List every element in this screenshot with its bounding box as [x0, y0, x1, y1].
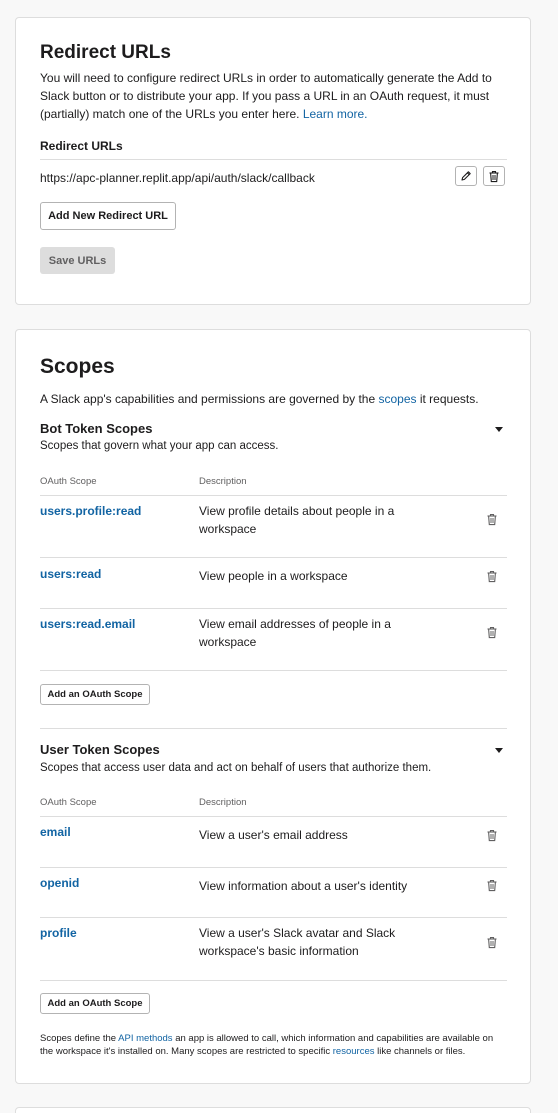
- caret-down-icon[interactable]: [495, 427, 503, 432]
- scopes-link[interactable]: scopes: [378, 392, 416, 406]
- redirect-urls-card: Redirect URLs You will need to configure…: [15, 17, 531, 305]
- user-token-scopes-subtitle: Scopes that access user data and act on …: [40, 762, 432, 774]
- section-divider: [40, 728, 507, 729]
- redirect-divider: [40, 159, 507, 160]
- scopes-footer-note: Scopes define the API methods an app is …: [40, 1032, 506, 1058]
- resources-link[interactable]: resources: [333, 1046, 375, 1057]
- remove-scope-button[interactable]: [484, 568, 500, 584]
- trash-icon: [487, 570, 497, 582]
- scope-name[interactable]: email: [40, 825, 71, 839]
- user-header-divider: [40, 816, 507, 817]
- scopes-title: Scopes: [40, 355, 115, 378]
- bot-token-scopes-subtitle: Scopes that govern what your app can acc…: [40, 440, 279, 452]
- trash-icon: [487, 829, 497, 841]
- scopes-intro: A Slack app's capabilities and permissio…: [40, 390, 479, 408]
- user-token-scopes-title: User Token Scopes: [40, 742, 160, 757]
- scope-description: View a user's email address: [199, 828, 348, 842]
- api-methods-link[interactable]: API methods: [118, 1033, 172, 1044]
- trash-icon: [489, 170, 499, 182]
- trash-icon: [487, 626, 497, 638]
- scope-description: View people in a workspace: [199, 569, 348, 583]
- redirect-urls-list-label: Redirect URLs: [40, 139, 123, 153]
- caret-down-icon[interactable]: [495, 748, 503, 753]
- delete-url-button[interactable]: [483, 166, 505, 186]
- user-col-scope-header: OAuth Scope: [40, 797, 97, 808]
- footer-text-1: Scopes define the: [40, 1033, 119, 1044]
- remove-scope-button[interactable]: [484, 624, 500, 640]
- row-divider: [40, 557, 507, 558]
- learn-more-link[interactable]: Learn more.: [303, 107, 368, 121]
- trash-icon: [487, 879, 497, 891]
- add-redirect-url-button[interactable]: Add New Redirect URL: [40, 202, 176, 230]
- row-divider: [40, 980, 507, 981]
- trash-icon: [487, 936, 497, 948]
- redirect-description-text: You will need to configure redirect URLs…: [40, 71, 492, 121]
- footer-text-3: like channels or files.: [374, 1046, 466, 1057]
- remove-scope-button[interactable]: [484, 877, 500, 893]
- bot-token-scopes-title: Bot Token Scopes: [40, 421, 153, 436]
- bot-col-desc-header: Description: [199, 476, 247, 487]
- scope-description: View information about a user's identity: [199, 879, 408, 893]
- edit-url-button[interactable]: [455, 166, 477, 186]
- scopes-intro-suffix: it requests.: [416, 392, 479, 406]
- scope-name[interactable]: users.profile:read: [40, 504, 141, 518]
- remove-scope-button[interactable]: [484, 827, 500, 843]
- add-user-scope-button[interactable]: Add an OAuth Scope: [40, 993, 150, 1014]
- scope-name[interactable]: profile: [40, 926, 77, 940]
- user-col-desc-header: Description: [199, 797, 247, 808]
- scope-name[interactable]: users:read.email: [40, 617, 135, 631]
- bot-header-divider: [40, 495, 507, 496]
- trash-icon: [487, 513, 497, 525]
- scope-description: View a user's Slack avatar and Slack wor…: [199, 926, 396, 958]
- row-divider: [40, 917, 507, 918]
- redirect-urls-title: Redirect URLs: [40, 42, 171, 63]
- redirect-urls-description: You will need to configure redirect URLs…: [40, 69, 505, 123]
- remove-scope-button[interactable]: [484, 934, 500, 950]
- scope-name[interactable]: openid: [40, 876, 79, 890]
- scopes-intro-prefix: A Slack app's capabilities and permissio…: [40, 392, 379, 406]
- next-section-card: [15, 1107, 531, 1113]
- row-divider: [40, 608, 507, 609]
- scope-description: View email addresses of people in a work…: [199, 617, 391, 649]
- row-divider: [40, 670, 507, 671]
- save-urls-button[interactable]: Save URLs: [40, 247, 115, 274]
- scope-name[interactable]: users:read: [40, 567, 101, 581]
- add-bot-scope-button[interactable]: Add an OAuth Scope: [40, 684, 150, 705]
- row-divider: [40, 867, 507, 868]
- redirect-url-value: https://apc-planner.replit.app/api/auth/…: [40, 171, 315, 185]
- remove-scope-button[interactable]: [484, 511, 500, 527]
- bot-col-scope-header: OAuth Scope: [40, 476, 97, 487]
- scope-description: View profile details about people in a w…: [199, 504, 395, 536]
- scopes-card: Scopes A Slack app's capabilities and pe…: [15, 329, 531, 1084]
- pencil-icon: [461, 171, 471, 181]
